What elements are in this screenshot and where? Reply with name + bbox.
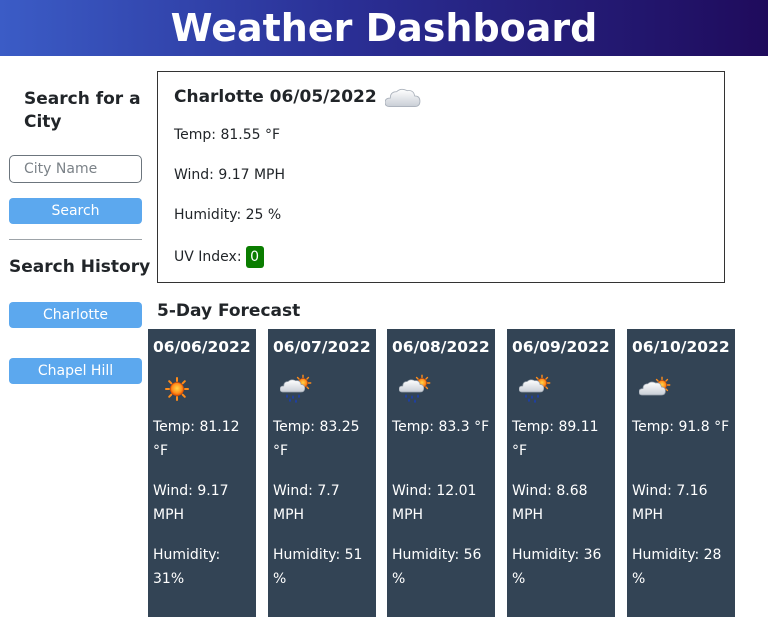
uv-index-label: UV Index: [174, 249, 242, 265]
forecast-date: 06/10/2022 [632, 338, 730, 356]
rain-sun-icon [518, 373, 551, 403]
history-button-charlotte[interactable]: Charlotte [9, 302, 142, 328]
forecast-card: 06/07/2022 Temp: 83.25 °F Wind: 7.7 MPH … [268, 329, 376, 617]
forecast-wind: Wind: 7.7 MPH [273, 483, 340, 523]
forecast-date: 06/06/2022 [153, 338, 251, 356]
current-humidity: Humidity: 25 % [174, 207, 282, 223]
search-heading: Search for a City [24, 89, 141, 132]
forecast-wind: Wind: 9.17 MPH [153, 483, 229, 523]
search-history-heading: Search History [9, 257, 151, 277]
forecast-temp: Temp: 81.12 °F [153, 419, 240, 459]
cloud-icon [384, 85, 421, 109]
forecast-humidity: Humidity: 36 % [512, 547, 602, 587]
forecast-humidity: Humidity: 31% [153, 547, 221, 587]
forecast-temp: Temp: 83.3 °F [392, 419, 490, 435]
uv-index-badge: 0 [245, 246, 264, 268]
city-name-input[interactable] [9, 155, 142, 183]
forecast-date: 06/08/2022 [392, 338, 490, 356]
forecast-wind: Wind: 8.68 MPH [512, 483, 588, 523]
sidebar-divider [9, 239, 142, 240]
history-button-chapel-hill[interactable]: Chapel Hill [9, 358, 142, 384]
forecast-wind: Wind: 12.01 MPH [392, 483, 477, 523]
forecast-temp: Temp: 91.8 °F [632, 419, 730, 435]
current-weather-card: Charlotte 06/05/2022 Temp: 81.55 °F Wind… [157, 71, 725, 283]
current-wind: Wind: 9.17 MPH [174, 167, 286, 183]
forecast-date: 06/07/2022 [273, 338, 371, 356]
forecast-wind: Wind: 7.16 MPH [632, 483, 708, 523]
forecast-card: 06/09/2022 Temp: 89.11 °F Wind: 8.68 MPH… [507, 329, 615, 617]
header-bar: Weather Dashboard [0, 0, 768, 56]
page-title: Weather Dashboard [170, 6, 598, 50]
current-temp: Temp: 81.55 °F [174, 127, 281, 143]
current-weather-title: Charlotte 06/05/2022 [174, 85, 421, 109]
search-button[interactable]: Search [9, 198, 142, 224]
forecast-temp: Temp: 89.11 °F [512, 419, 599, 459]
forecast-humidity: Humidity: 56 % [392, 547, 482, 587]
forecast-card: 06/10/2022 Temp: 91.8 °F Wind: 7.16 MPH … [627, 329, 735, 617]
forecast-temp: Temp: 83.25 °F [273, 419, 360, 459]
rain-sun-icon [398, 373, 431, 403]
rain-sun-icon [279, 373, 312, 403]
current-city-date: Charlotte 06/05/2022 [174, 87, 377, 107]
forecast-card: 06/06/2022 Temp: 81.12 °F Wind: 9.17 MPH… [148, 329, 256, 617]
current-uv-index: UV Index: 0 [174, 246, 264, 268]
cloud-sun-icon [638, 373, 671, 403]
sun-icon [160, 373, 192, 403]
forecast-humidity: Humidity: 51 % [273, 547, 363, 587]
forecast-card: 06/08/2022 Temp: 83.3 °F Wind: 12.01 MPH… [387, 329, 495, 617]
forecast-heading: 5-Day Forecast [157, 301, 301, 321]
forecast-date: 06/09/2022 [512, 338, 610, 356]
forecast-humidity: Humidity: 28 % [632, 547, 722, 587]
